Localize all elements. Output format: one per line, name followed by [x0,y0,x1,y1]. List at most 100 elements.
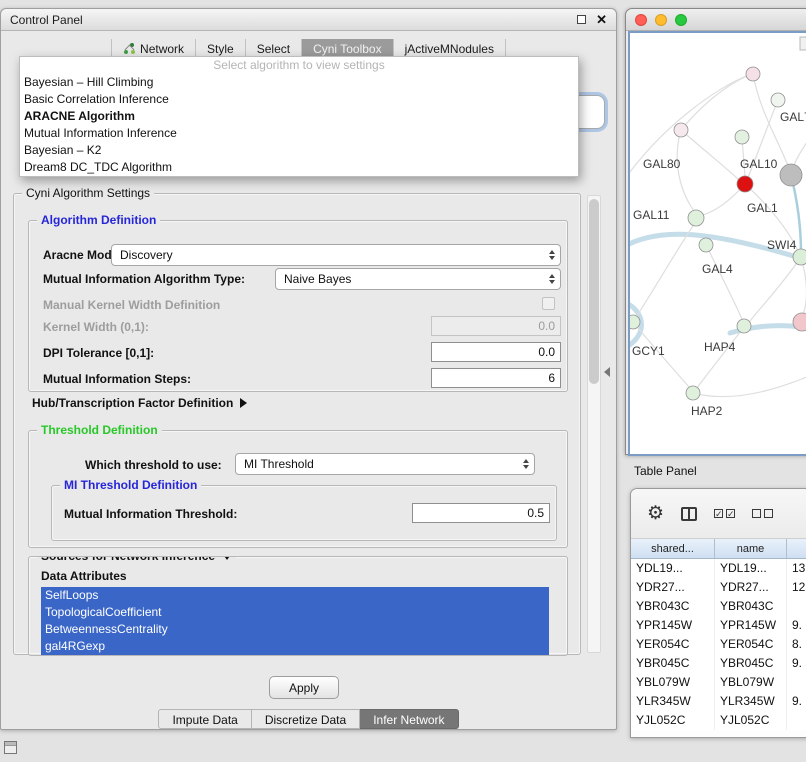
data-attribute-item[interactable]: BetweennessCentrality [41,621,549,638]
network-node[interactable] [688,210,704,226]
aracne-mode-select[interactable]: Discovery [111,244,561,266]
mi-threshold-input[interactable] [412,503,550,523]
table-row[interactable]: YER054CYER054C8. [631,635,806,654]
algorithm-option-basic-correlation-inference[interactable]: Basic Correlation Inference [20,91,578,108]
panel-collapse-arrow[interactable] [604,367,610,377]
cyni-mode-tabs: Impute DataDiscretize DataInfer Network [1,709,616,729]
table-cell: 9. [787,616,806,635]
manual-kernel-width-checkbox[interactable] [542,297,555,310]
which-threshold-select[interactable]: MI Threshold [235,453,535,475]
network-window-titlebar[interactable] [626,9,806,31]
network-node-label: GCY1 [632,344,665,358]
mi-steps-label: Mutual Information Steps: [43,372,191,386]
tab-discretize-data[interactable]: Discretize Data [252,709,360,729]
table-cell: YDL19... [631,559,715,578]
network-node[interactable] [735,130,749,144]
network-node-label: HAP4 [704,340,736,354]
select-all-checkboxes-icon[interactable] [714,509,735,518]
network-node[interactable] [686,386,700,400]
network-node[interactable] [699,238,713,252]
kernel-width-input[interactable] [431,316,561,336]
network-edge [681,74,752,130]
clear-checkboxes-icon[interactable] [752,509,773,518]
algorithm-dropdown-placeholder[interactable]: Select algorithm to view settings [20,57,578,74]
mi-steps-input[interactable] [431,368,561,388]
table-row[interactable]: YPR145WYPR145W9. [631,616,806,635]
float-window-icon[interactable] [577,15,586,24]
cyni-algorithm-settings-group: Cyni Algorithm Settings Algorithm Defini… [13,193,581,655]
data-attribute-item[interactable]: SelfLoops [41,587,549,604]
table-cell: YJL052C [715,711,787,730]
table-cell: YBR043C [715,597,787,616]
network-canvas[interactable]: GAL7GAL80GAL10GAL11GAL1SWI4GAL4GCY1HAP4H… [628,31,806,456]
table-panel-title: Table Panel [634,464,697,478]
threshold-definition-group: Threshold Definition Which threshold to … [28,430,568,548]
hub-definition-toggle[interactable]: Hub/Transcription Factor Definition [32,396,247,410]
columns-icon[interactable] [681,507,697,521]
data-attribute-item[interactable]: gal4RGexp [41,638,549,655]
table-row[interactable]: YBL079WYBL079W [631,673,806,692]
dpi-tolerance-input[interactable] [431,342,561,362]
sources-title-row[interactable]: Sources for Network Inference [37,556,236,563]
table-cell: YBR043C [631,597,715,616]
tab-infer-network[interactable]: Infer Network [360,709,458,729]
which-threshold-label: Which threshold to use: [85,458,222,472]
column-header-extra[interactable] [787,539,806,558]
algorithm-option-dream8-dc-tdc-algorithm[interactable]: Dream8 DC_TDC Algorithm [20,159,578,176]
algorithm-option-bayesian-hill-climbing[interactable]: Bayesian – Hill Climbing [20,74,578,91]
network-icon [123,43,135,55]
network-node[interactable] [746,67,760,81]
network-node[interactable] [780,164,802,186]
algorithm-option-aracne-algorithm[interactable]: ARACNE Algorithm [20,108,578,125]
network-node[interactable] [771,93,785,107]
algorithm-option-bayesian-k2[interactable]: Bayesian – K2 [20,142,578,159]
mi-algorithm-type-select[interactable]: Naive Bayes [275,268,561,290]
algorithm-option-mutual-information-inference[interactable]: Mutual Information Inference [20,125,578,142]
table-row[interactable]: YBR045CYBR045C9. [631,654,806,673]
zoom-traffic-light[interactable] [675,14,687,26]
network-corner-widget[interactable] [800,37,806,50]
tab-impute-data[interactable]: Impute Data [158,709,251,729]
combo-arrows-icon [544,269,560,289]
network-edge [706,245,742,319]
sources-title: Sources for Network Inference [41,556,215,563]
settings-group-title: Cyni Algorithm Settings [22,186,154,200]
apply-button[interactable]: Apply [269,676,339,699]
restore-panel-icon[interactable] [4,741,17,754]
table-row[interactable]: YDL19...YDL19...13 [631,559,806,578]
column-header-name[interactable]: name [715,539,787,558]
settings-scrollbar[interactable] [587,195,601,653]
network-node[interactable] [737,319,751,333]
table-cell: YLR345W [631,692,715,711]
network-node-label: GAL4 [702,262,733,276]
table-cell: YPR145W [631,616,715,635]
table-row[interactable]: YDR27...YDR27...12 [631,578,806,597]
data-attributes-list: SelfLoopsTopologicalCoefficientBetweenne… [41,587,549,655]
empty-box-icon [752,509,761,518]
table-cell: YBR045C [631,654,715,673]
data-attribute-item[interactable]: TopologicalCoefficient [41,604,549,621]
table-panel-window: shared...name YDL19...YDL19...13YDR27...… [630,488,806,738]
close-icon[interactable] [596,12,607,28]
algorithm-definition-title: Algorithm Definition [37,213,160,227]
table-row[interactable]: YLR345WYLR345W9. [631,692,806,711]
network-node[interactable] [674,123,688,137]
network-edge [750,257,801,321]
table-cell: YBL079W [715,673,787,692]
network-node[interactable] [737,176,753,192]
algorithm-dropdown-list: Select algorithm to view settings Bayesi… [19,56,579,177]
control-panel-titlebar[interactable]: Control Panel [1,9,616,31]
mi-algorithm-type-label: Mutual Information Algorithm Type: [43,272,245,286]
mi-threshold-label: Mutual Information Threshold: [64,507,237,521]
table-cell [787,673,806,692]
scrollbar-thumb[interactable] [589,199,599,384]
close-traffic-light[interactable] [635,14,647,26]
table-row[interactable]: YBR043CYBR043C [631,597,806,616]
network-node[interactable] [630,315,640,329]
column-header-shared[interactable]: shared... [631,539,715,558]
network-node-label: GAL7 [780,110,806,124]
minimize-traffic-light[interactable] [655,14,667,26]
gear-icon[interactable] [647,504,664,523]
table-row[interactable]: YJL052CYJL052C [631,711,806,730]
table-cell: YBL079W [631,673,715,692]
